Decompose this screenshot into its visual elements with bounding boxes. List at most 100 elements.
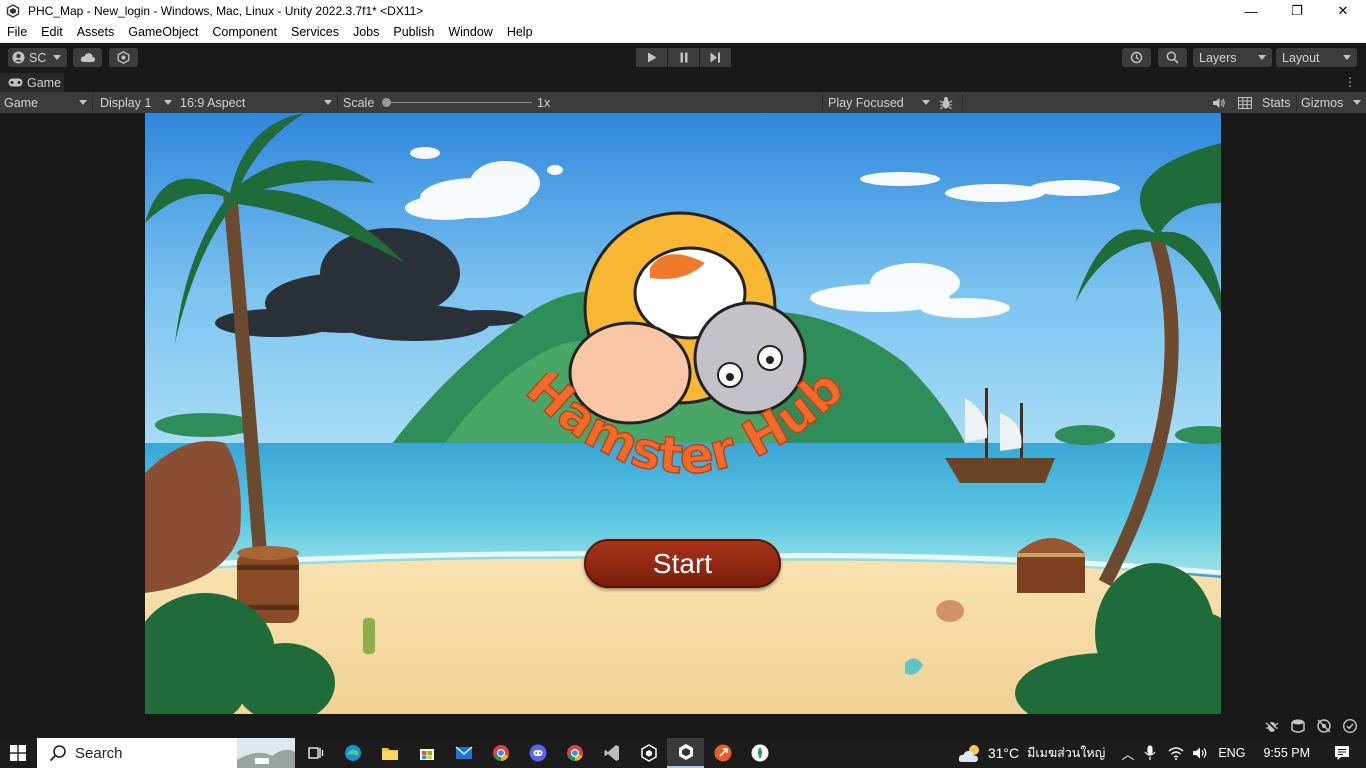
view-mode-dropdown[interactable]: Game [4, 92, 90, 113]
scale-value: 1x [537, 95, 551, 110]
chrome-app[interactable] [482, 738, 519, 768]
window-title: PHC_Map - New_login - Windows, Mac, Linu… [28, 4, 424, 18]
maximize-button[interactable]: ❐ [1274, 0, 1320, 22]
game-tab-header: Game ⋮ [0, 73, 1366, 92]
scale-label: Scale [343, 95, 375, 110]
pause-button[interactable] [668, 48, 699, 67]
menu-bar: File Edit Assets GameObject Component Se… [0, 22, 1366, 43]
cloud-button[interactable] [73, 48, 102, 67]
unity-editor-app[interactable] [667, 738, 704, 768]
system-tray: 31°C มีเมฆส่วนใหญ่ ︿ ENG 9:55 PM [958, 738, 1366, 768]
menu-publish[interactable]: Publish [393, 25, 434, 39]
weather-temp[interactable]: 31°C [988, 745, 1019, 761]
discord-app[interactable] [519, 738, 556, 768]
more-options-icon[interactable]: ⋮ [1344, 75, 1356, 89]
menu-help[interactable]: Help [507, 25, 533, 39]
step-icon [710, 52, 720, 63]
network-icon[interactable] [1316, 718, 1332, 734]
file-explorer-app[interactable] [371, 738, 408, 768]
mail-app[interactable] [445, 738, 482, 768]
edge-icon [344, 745, 361, 761]
gizmos-dropdown[interactable]: Gizmos [1301, 92, 1363, 113]
speaker-icon [1213, 97, 1225, 108]
mute-button[interactable] [1212, 92, 1225, 113]
gizmos-label: Gizmos [1301, 95, 1344, 110]
menu-services[interactable]: Services [291, 25, 339, 39]
weather-text[interactable]: มีเมฆส่วนใหญ่ [1027, 743, 1105, 763]
layout-label: Layout [1282, 50, 1320, 65]
unity-hub-app[interactable] [630, 738, 667, 768]
stats-button[interactable]: Stats [1262, 92, 1291, 113]
microphone-icon[interactable] [1144, 745, 1156, 761]
collab-button[interactable] [109, 48, 138, 67]
close-button[interactable]: ✕ [1320, 0, 1366, 22]
play-focused-label: Play Focused [828, 95, 904, 110]
rocket-app-icon [714, 744, 731, 762]
store-icon [419, 749, 434, 760]
account-icon [12, 51, 25, 64]
bug-status-icon[interactable] [1264, 718, 1280, 734]
game-scene[interactable]: Hamster Hub Start [145, 113, 1221, 714]
notification-icon[interactable] [1334, 745, 1350, 761]
search-button[interactable] [1158, 48, 1187, 67]
search-placeholder: Search [75, 744, 123, 762]
unity-icon [6, 4, 20, 18]
brave-app[interactable] [704, 738, 741, 768]
line-app[interactable] [741, 738, 778, 768]
tab-game[interactable]: Game [0, 73, 64, 92]
account-dropdown[interactable]: SC [8, 48, 67, 67]
main-toolbar: SC Layers Layout [0, 43, 1366, 73]
wifi-icon[interactable] [1168, 746, 1184, 760]
svg-text:Hamster Hub: Hamster Hub [515, 373, 854, 486]
view-mode-label: Game [4, 95, 39, 110]
minimize-button[interactable]: — [1228, 0, 1274, 22]
aspect-dropdown[interactable]: 16:9 Aspect [180, 92, 334, 113]
menu-gameobject[interactable]: GameObject [128, 25, 198, 39]
pause-icon [680, 52, 687, 63]
mail-icon [455, 746, 472, 759]
layout-dropdown[interactable]: Layout [1276, 48, 1357, 67]
play-focused-dropdown[interactable]: Play Focused [828, 92, 932, 113]
game-view-bar: Game Display 1 16:9 Aspect Scale 1x Play… [0, 92, 1366, 113]
input-language[interactable]: ENG [1218, 746, 1245, 760]
check-circle-icon[interactable] [1342, 718, 1358, 734]
display-label: Display 1 [100, 95, 152, 110]
aspect-label: 16:9 Aspect [180, 95, 246, 110]
chevron-up-icon[interactable]: ︿ [1121, 744, 1134, 763]
chrome-profile-app[interactable] [556, 738, 593, 768]
visual-studio-app[interactable] [593, 738, 630, 768]
play-button[interactable] [636, 48, 667, 67]
game-viewport: Hamster Hub Start [0, 113, 1366, 714]
grid-button[interactable] [1238, 92, 1252, 113]
scale-slider[interactable] [382, 92, 532, 113]
store-app[interactable] [408, 738, 445, 768]
menu-assets[interactable]: Assets [77, 25, 115, 39]
scale-slider-thumb[interactable] [382, 98, 391, 107]
cloudy-weather-icon [958, 745, 979, 762]
search-highlight-image [237, 738, 295, 768]
taskbar-search-box[interactable]: Search [37, 738, 295, 768]
windows-start-button[interactable] [0, 738, 36, 768]
menu-edit[interactable]: Edit [41, 25, 63, 39]
windows-taskbar: Search 31°C มีเมฆส่วนใหญ่ ︿ ENG 9:55 PM [0, 738, 1366, 768]
display-dropdown[interactable]: Display 1 [100, 92, 174, 113]
bug-button[interactable] [939, 92, 953, 113]
history-button[interactable] [1122, 48, 1151, 67]
search-icon [1166, 51, 1179, 64]
collab-icon [117, 51, 130, 64]
menu-file[interactable]: File [7, 25, 27, 39]
window-titlebar: PHC_Map - New_login - Windows, Mac, Linu… [0, 0, 1366, 22]
treasure-chest [1017, 538, 1085, 593]
layers-dropdown[interactable]: Layers [1193, 48, 1272, 67]
cache-icon[interactable] [1290, 718, 1306, 734]
task-view-button[interactable] [297, 738, 334, 768]
step-button[interactable] [700, 48, 731, 67]
menu-component[interactable]: Component [212, 25, 277, 39]
volume-icon[interactable] [1192, 746, 1208, 760]
edge-app[interactable] [334, 738, 371, 768]
menu-jobs[interactable]: Jobs [353, 25, 379, 39]
menu-window[interactable]: Window [448, 25, 492, 39]
clock-time[interactable]: 9:55 PM [1263, 746, 1310, 760]
unity-icon [678, 744, 693, 760]
start-button[interactable]: Start [584, 539, 781, 588]
